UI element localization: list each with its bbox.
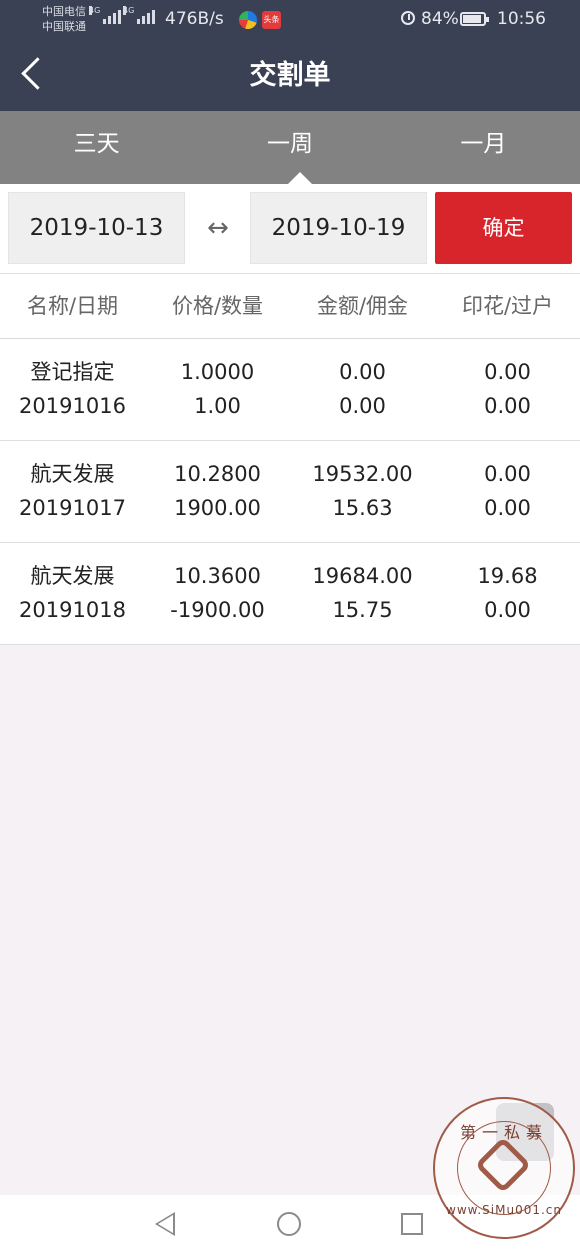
cell-amount-commission: 19684.00 15.75: [290, 543, 435, 644]
stamp-duty: 0.00: [484, 462, 531, 486]
quantity: 1900.00: [174, 496, 261, 520]
trade-date: 20191017: [19, 496, 126, 520]
battery-percent: 84%: [421, 9, 459, 29]
cell-name-date: 登记指定 20191016: [0, 339, 145, 440]
stock-name: 登记指定: [30, 360, 115, 384]
header-stamp-transfer: 印花/过户: [461, 294, 554, 318]
network-type-2: 4G: [123, 6, 135, 15]
battery-icon: [460, 12, 489, 26]
cell-name-date: 航天发展 20191017: [0, 441, 145, 542]
alarm-icon: [401, 11, 415, 25]
tab-one-month[interactable]: 一月: [387, 111, 580, 184]
commission: 0.00: [339, 394, 386, 418]
date-filter: 2019-10-13 ↔ 2019-10-19 确定: [0, 184, 580, 273]
confirm-button[interactable]: 确定: [435, 192, 572, 264]
cell-stamp-transfer: 0.00 0.00: [435, 441, 580, 542]
stamp-duty: 19.68: [477, 564, 538, 588]
quantity: 1.00: [194, 394, 241, 418]
settlement-table: 名称/日期 价格/数量 金额/佣金 印花/过户 登记指定 20191016 1.…: [0, 273, 580, 645]
stock-name: 航天发展: [30, 564, 115, 588]
watermark-top-text: 第一私募: [459, 1123, 548, 1142]
tab-three-days[interactable]: 三天: [0, 111, 193, 184]
end-date-field[interactable]: 2019-10-19: [250, 192, 427, 264]
header-amount-commission: 金额/佣金: [316, 294, 409, 318]
cell-name-date: 航天发展 20191018: [0, 543, 145, 644]
notification-app-icon: [239, 11, 257, 29]
transfer-fee: 0.00: [484, 496, 531, 520]
carrier-info: 中国电信 中国联通: [42, 4, 86, 34]
watermark-bottom-text: www.SiMu001.cn: [446, 1203, 562, 1217]
table-header: 名称/日期 价格/数量 金额/佣金 印花/过户: [0, 273, 580, 339]
header-price-qty: 价格/数量: [171, 294, 264, 318]
table-row[interactable]: 航天发展 20191018 10.3600 -1900.00 19684.00 …: [0, 543, 580, 645]
nav-home-icon[interactable]: [277, 1212, 301, 1236]
network-type-1: 4G: [89, 6, 101, 15]
cell-amount-commission: 0.00 0.00: [290, 339, 435, 440]
transfer-fee: 0.00: [484, 598, 531, 622]
amount: 19532.00: [312, 462, 413, 486]
transfer-fee: 0.00: [484, 394, 531, 418]
nav-back-icon[interactable]: [155, 1212, 175, 1236]
cell-price-qty: 10.2800 1900.00: [145, 441, 290, 542]
amount: 19684.00: [312, 564, 413, 588]
status-bar: 中国电信 中国联通 4G 4G 476B/s 头条 84% 10:56: [0, 0, 580, 40]
commission: 15.75: [332, 598, 393, 622]
carrier-2: 中国联通: [42, 20, 86, 33]
signal-icon-2: 4G: [123, 6, 155, 24]
signal-icon: 4G: [89, 6, 121, 24]
page-title: 交割单: [249, 60, 331, 91]
table-row[interactable]: 登记指定 20191016 1.0000 1.00 0.00 0.00 0.00…: [0, 339, 580, 441]
app-header: 中国电信 中国联通 4G 4G 476B/s 头条 84% 10:56 交割单: [0, 0, 580, 111]
cell-stamp-transfer: 0.00 0.00: [435, 339, 580, 440]
cell-price-qty: 1.0000 1.00: [145, 339, 290, 440]
stock-name: 航天发展: [30, 462, 115, 486]
active-tab-indicator: [288, 172, 312, 184]
stamp-duty: 0.00: [484, 360, 531, 384]
table-row[interactable]: 航天发展 20191017 10.2800 1900.00 19532.00 1…: [0, 441, 580, 543]
start-date-field[interactable]: 2019-10-13: [8, 192, 185, 264]
cell-stamp-transfer: 19.68 0.00: [435, 543, 580, 644]
news-app-icon: 头条: [262, 11, 281, 29]
amount: 0.00: [339, 360, 386, 384]
commission: 15.63: [332, 496, 393, 520]
header-name-date: 名称/日期: [26, 294, 119, 318]
cell-price-qty: 10.3600 -1900.00: [145, 543, 290, 644]
network-speed: 476B/s: [165, 9, 224, 29]
quantity: -1900.00: [170, 598, 265, 622]
clock: 10:56: [497, 9, 546, 29]
cell-amount-commission: 19532.00 15.63: [290, 441, 435, 542]
price: 10.2800: [174, 462, 261, 486]
price: 10.3600: [174, 564, 261, 588]
price: 1.0000: [180, 360, 255, 384]
carrier-1: 中国电信: [42, 5, 86, 18]
trade-date: 20191016: [19, 394, 126, 418]
swap-arrows-icon: ↔: [207, 213, 229, 243]
watermark-logo: 第一私募 www.SiMu001.cn: [433, 1097, 575, 1239]
trade-date: 20191018: [19, 598, 126, 622]
nav-recent-apps-icon[interactable]: [401, 1213, 423, 1235]
